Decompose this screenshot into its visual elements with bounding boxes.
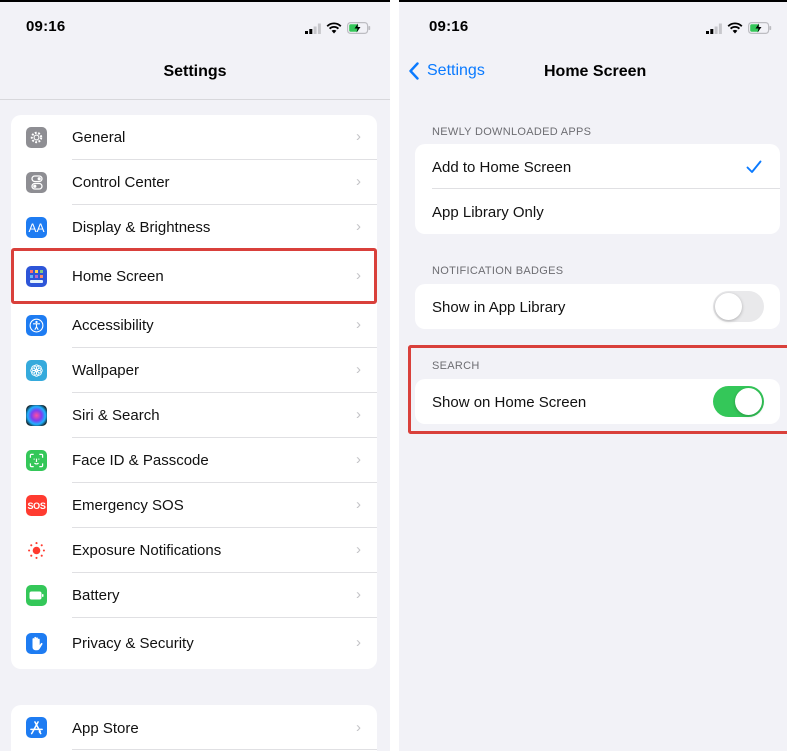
text-size-icon: AA: [26, 217, 47, 238]
option-label: Add to Home Screen: [432, 159, 572, 176]
chevron-right-icon: ›: [356, 496, 361, 513]
chevron-right-icon: ›: [356, 361, 361, 378]
battery-charging-icon: [748, 22, 772, 34]
search-section-highlight: [408, 345, 787, 434]
chevron-right-icon: ›: [356, 173, 361, 190]
status-time: 09:16: [26, 18, 66, 35]
accessibility-icon: [26, 315, 47, 336]
back-button[interactable]: Settings: [408, 62, 485, 80]
status-icons: [305, 22, 371, 34]
app-store-icon: [26, 717, 47, 738]
back-button-label: Settings: [427, 62, 485, 79]
hand-icon: [26, 633, 47, 654]
settings-row-battery[interactable]: Battery ›: [11, 573, 377, 618]
gear-icon: [26, 127, 47, 148]
settings-group-main: General › Control Center › AA Display & …: [11, 115, 377, 669]
settings-row-label: Privacy & Security: [72, 635, 194, 652]
settings-row-siri-search[interactable]: Siri & Search ›: [11, 393, 377, 438]
status-bar: 09:16: [399, 0, 787, 44]
settings-group-apps: App Store ›: [11, 705, 377, 751]
settings-row-face-id-passcode[interactable]: Face ID & Passcode ›: [11, 438, 377, 483]
settings-row-control-center[interactable]: Control Center ›: [11, 160, 377, 205]
settings-row-label: Exposure Notifications: [72, 542, 222, 559]
chevron-right-icon: ›: [356, 128, 361, 145]
settings-row-label: Wallpaper: [72, 362, 139, 379]
chevron-left-icon: [409, 62, 419, 80]
divider: [72, 749, 377, 750]
home-screen-highlight: [11, 248, 377, 304]
signal-icon: [706, 23, 722, 34]
settings-row-display-brightness[interactable]: AA Display & Brightness ›: [11, 205, 377, 250]
battery-charging-icon: [347, 22, 371, 34]
page-title: Settings: [163, 63, 227, 80]
notification-badges-group: Show in App Library: [415, 284, 780, 329]
settings-row-exposure-notifications[interactable]: Exposure Notifications ›: [11, 528, 377, 573]
option-label: Show in App Library: [432, 299, 566, 316]
show-in-app-library-row: Show in App Library: [415, 284, 780, 329]
siri-icon: [26, 405, 47, 426]
wifi-icon: [326, 22, 342, 34]
flower-icon: [26, 360, 47, 381]
chevron-right-icon: ›: [356, 316, 361, 333]
settings-row-label: Display & Brightness: [72, 219, 211, 236]
page-title: Home Screen: [544, 63, 647, 80]
settings-row-label: App Store: [72, 720, 139, 737]
chevron-right-icon: ›: [356, 634, 361, 651]
settings-row-app-store[interactable]: App Store ›: [11, 705, 377, 750]
settings-row-label: General: [72, 129, 126, 146]
settings-row-label: Face ID & Passcode: [72, 452, 209, 469]
settings-row-general[interactable]: General ›: [11, 115, 377, 160]
settings-row-label: Accessibility: [72, 317, 154, 334]
battery-icon: [26, 585, 47, 606]
chevron-right-icon: ›: [356, 451, 361, 468]
exposure-icon: [26, 540, 47, 561]
home-screen-settings-screen: 09:16 Settings Home Screen NEWLY DOWNLOA: [399, 0, 787, 751]
status-icons: [706, 22, 772, 34]
chevron-right-icon: ›: [356, 586, 361, 603]
screen-divider: [390, 0, 399, 751]
status-bar: 09:16: [0, 0, 390, 44]
settings-row-label: Emergency SOS: [72, 497, 184, 514]
settings-row-label: Battery: [72, 587, 120, 604]
chevron-right-icon: ›: [356, 719, 361, 736]
signal-icon: [305, 23, 321, 34]
status-time: 09:16: [429, 18, 469, 35]
chevron-right-icon: ›: [356, 541, 361, 558]
sos-icon: SOS: [26, 495, 47, 516]
settings-screen: 09:16 Settings General › Control Center …: [0, 0, 390, 751]
wifi-icon: [727, 22, 743, 34]
settings-row-privacy-security[interactable]: Privacy & Security ›: [11, 618, 377, 669]
checkmark-icon: [746, 160, 762, 173]
settings-row-emergency-sos[interactable]: SOS Emergency SOS ›: [11, 483, 377, 528]
show-in-app-library-toggle[interactable]: [713, 291, 764, 322]
settings-row-label: Control Center: [72, 174, 170, 191]
settings-row-wallpaper[interactable]: Wallpaper ›: [11, 348, 377, 393]
chevron-right-icon: ›: [356, 218, 361, 235]
toggles-icon: [26, 172, 47, 193]
option-add-to-home-screen[interactable]: Add to Home Screen: [415, 144, 780, 189]
settings-row-accessibility[interactable]: Accessibility ›: [11, 303, 377, 348]
chevron-right-icon: ›: [356, 406, 361, 423]
toggle-knob: [715, 293, 742, 320]
settings-row-label: Siri & Search: [72, 407, 160, 424]
option-label: App Library Only: [432, 204, 544, 221]
section-header-notification-badges: NOTIFICATION BADGES: [432, 265, 564, 277]
section-header-newly-downloaded-apps: NEWLY DOWNLOADED APPS: [432, 126, 592, 138]
newly-downloaded-apps-group: Add to Home Screen App Library Only: [415, 144, 780, 234]
option-app-library-only[interactable]: App Library Only: [415, 189, 780, 234]
face-id-icon: [26, 450, 47, 471]
